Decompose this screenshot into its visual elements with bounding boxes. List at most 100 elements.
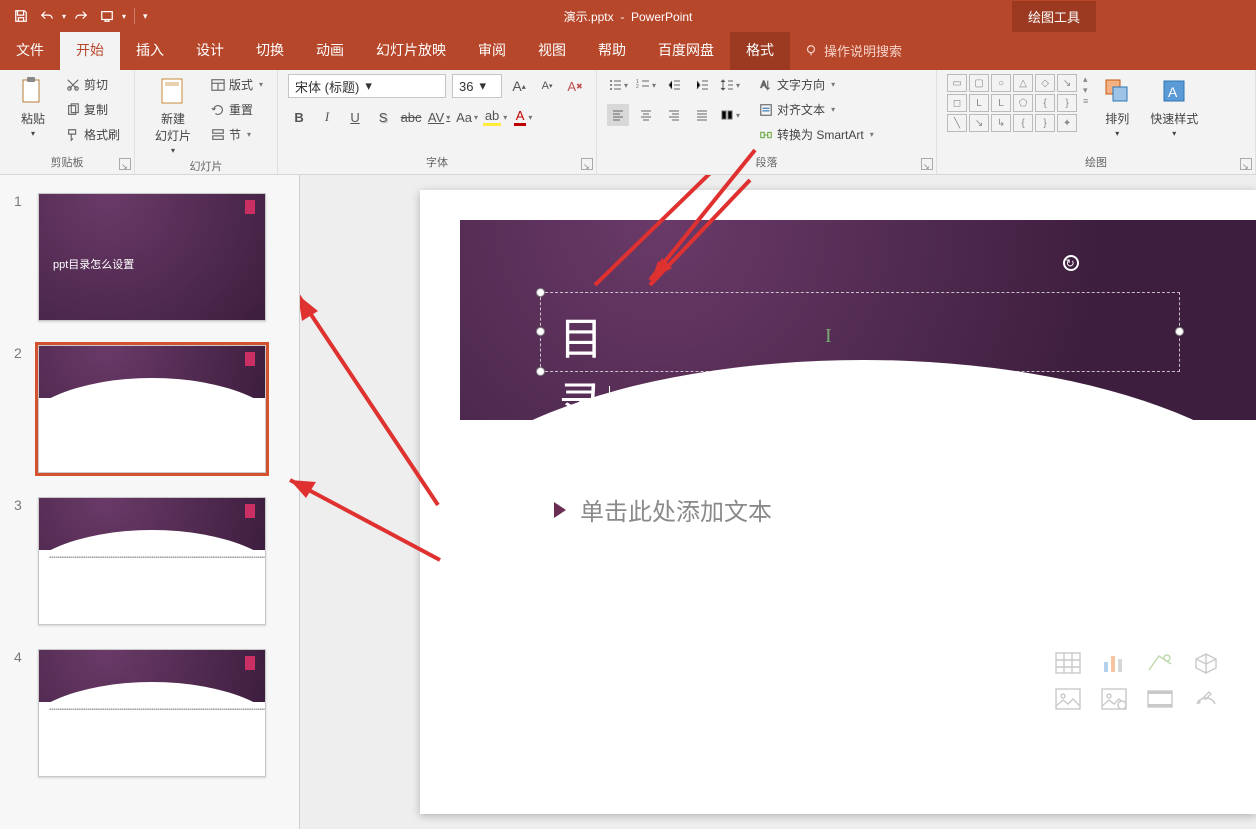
slide-thumbnails-panel: 1 ppt目录怎么设置 2 3 ▪▪▪▪▪▪▪▪▪▪▪▪▪▪▪▪▪▪▪▪▪▪▪▪… <box>0 175 300 829</box>
highlight-color-button[interactable]: ab <box>484 106 506 128</box>
tell-me-search[interactable]: 操作说明搜索 <box>790 31 916 70</box>
reset-button[interactable]: 重置 <box>207 99 267 120</box>
tab-baidu[interactable]: 百度网盘 <box>642 30 730 70</box>
new-slide-button[interactable]: 新建 幻灯片▾ <box>145 74 201 155</box>
tab-review[interactable]: 审阅 <box>462 30 522 70</box>
justify-icon[interactable] <box>691 104 713 126</box>
insert-chart-icon[interactable] <box>1098 650 1130 676</box>
tab-home[interactable]: 开始 <box>60 30 120 70</box>
align-text-button[interactable]: 对齐文本 <box>755 99 878 120</box>
resize-handle-icon[interactable] <box>536 327 545 336</box>
thumb-number: 3 <box>14 497 26 625</box>
slide-marker-icon <box>245 504 255 518</box>
copy-button[interactable]: 复制 <box>62 99 124 120</box>
contextual-tab-label: 绘图工具 <box>1012 1 1096 32</box>
font-launcher-icon[interactable] <box>581 158 593 170</box>
tab-slideshow[interactable]: 幻灯片放映 <box>360 30 462 70</box>
group-label-drawing: 绘图 <box>947 151 1245 174</box>
format-painter-button[interactable]: 格式刷 <box>62 124 124 145</box>
group-label-font: 字体 <box>288 151 586 174</box>
bullet-icon <box>554 502 566 518</box>
insert-video-icon[interactable] <box>1144 686 1176 712</box>
decrease-indent-icon[interactable] <box>663 74 685 96</box>
text-direction-button[interactable]: A文字方向 <box>755 74 878 95</box>
insert-picture-icon[interactable] <box>1052 686 1084 712</box>
grow-font-icon[interactable]: A▴ <box>508 75 530 97</box>
strikethrough-button[interactable]: abc <box>400 106 422 128</box>
group-slides: 新建 幻灯片▾ 版式 重置 节 幻灯片 <box>135 70 278 174</box>
resize-handle-icon[interactable] <box>536 288 545 297</box>
underline-button[interactable]: U <box>344 106 366 128</box>
bullets-button[interactable] <box>607 74 629 96</box>
text-shadow-button[interactable]: S <box>372 106 394 128</box>
drawing-launcher-icon[interactable] <box>1240 158 1252 170</box>
convert-smartart-button[interactable]: 转换为 SmartArt <box>755 124 878 145</box>
insert-table-icon[interactable] <box>1052 650 1084 676</box>
section-button[interactable]: 节 <box>207 124 267 145</box>
change-case-button[interactable]: Aa <box>456 106 478 128</box>
shrink-font-icon[interactable]: A▾ <box>536 75 558 97</box>
save-icon[interactable] <box>10 5 32 27</box>
content-placeholder[interactable]: 单击此处添加文本 <box>554 492 1194 527</box>
layout-button[interactable]: 版式 <box>207 74 267 95</box>
paste-button[interactable]: 粘贴▾ <box>10 74 56 138</box>
quick-styles-button[interactable]: A 快速样式▾ <box>1146 74 1202 138</box>
tab-insert[interactable]: 插入 <box>120 30 180 70</box>
clipboard-launcher-icon[interactable] <box>119 158 131 170</box>
line-spacing-icon[interactable] <box>719 74 741 96</box>
tab-design[interactable]: 设计 <box>180 30 240 70</box>
arrange-button[interactable]: 排列▾ <box>1094 74 1140 138</box>
insert-smartart-icon[interactable] <box>1144 650 1176 676</box>
placeholder-text: 单击此处添加文本 <box>580 492 772 527</box>
tab-animations[interactable]: 动画 <box>300 30 360 70</box>
thumbnail-slide-2[interactable] <box>38 345 266 473</box>
tab-view[interactable]: 视图 <box>522 30 582 70</box>
tab-format[interactable]: 格式 <box>730 30 790 70</box>
group-font: 宋体 (标题)▾ 36▾ A▴ A▾ A✖ B I U S abc AV Aa … <box>278 70 597 174</box>
tab-transitions[interactable]: 切换 <box>240 30 300 70</box>
align-right-icon[interactable] <box>663 104 685 126</box>
svg-text:A: A <box>1168 84 1178 100</box>
font-name-combo[interactable]: 宋体 (标题)▾ <box>288 74 446 98</box>
thumbnail-slide-3[interactable]: ▪▪▪▪▪▪▪▪▪▪▪▪▪▪▪▪▪▪▪▪▪▪▪▪▪▪▪▪▪▪▪▪▪▪▪▪▪▪▪▪… <box>38 497 266 625</box>
slide-canvas[interactable]: 目录 I 单击此处添加文本 <box>300 175 1256 829</box>
title-textbox-selection[interactable]: 目录 <box>540 292 1180 372</box>
thumbnail-slide-4[interactable]: ▪▪▪▪▪▪▪▪▪▪▪▪▪▪▪▪▪▪▪▪▪▪▪▪▪▪▪▪▪▪▪▪▪▪▪▪▪▪▪▪… <box>38 649 266 777</box>
columns-icon[interactable] <box>719 104 741 126</box>
qat-customize-icon[interactable]: ▾ <box>143 11 148 22</box>
char-spacing-button[interactable]: AV <box>428 106 450 128</box>
clear-formatting-icon[interactable]: A✖ <box>564 75 586 97</box>
tab-help[interactable]: 帮助 <box>582 30 642 70</box>
insert-3d-icon[interactable] <box>1190 650 1222 676</box>
align-left-icon[interactable] <box>607 104 629 126</box>
paragraph-launcher-icon[interactable] <box>921 158 933 170</box>
numbering-button[interactable]: 12 <box>635 74 657 96</box>
font-size-combo[interactable]: 36▾ <box>452 74 502 98</box>
redo-icon[interactable] <box>70 5 92 27</box>
resize-handle-icon[interactable] <box>1175 327 1184 336</box>
tab-file[interactable]: 文件 <box>0 30 60 70</box>
ribbon-tabs: 文件 开始 插入 设计 切换 动画 幻灯片放映 审阅 视图 帮助 百度网盘 格式… <box>0 32 1256 70</box>
thumbnail-slide-1[interactable]: ppt目录怎么设置 <box>38 193 266 321</box>
shapes-gallery[interactable]: ▭▢○△◇↘ ◻LL⬠{} ╲↘↳{}✦ <box>947 74 1077 132</box>
increase-indent-icon[interactable] <box>691 74 713 96</box>
slide[interactable]: 目录 I 单击此处添加文本 <box>420 190 1256 814</box>
thumb-body-preview: ▪▪▪▪▪▪▪▪▪▪▪▪▪▪▪▪▪▪▪▪▪▪▪▪▪▪▪▪▪▪▪▪▪▪▪▪▪▪▪▪… <box>49 706 255 714</box>
slideshow-icon[interactable] <box>96 5 118 27</box>
title-text[interactable]: 目录 <box>559 303 666 431</box>
bold-button[interactable]: B <box>288 106 310 128</box>
undo-icon[interactable] <box>36 5 58 27</box>
italic-button[interactable]: I <box>316 106 338 128</box>
align-center-icon[interactable] <box>635 104 657 126</box>
cut-button[interactable]: 剪切 <box>62 74 124 95</box>
group-label-slides: 幻灯片 <box>145 155 267 178</box>
insert-online-picture-icon[interactable] <box>1098 686 1130 712</box>
rotate-handle-icon[interactable] <box>1063 255 1079 271</box>
thumb-number: 2 <box>14 345 26 473</box>
insert-icon-icon[interactable] <box>1190 686 1222 712</box>
thumb-body-preview: ▪▪▪▪▪▪▪▪▪▪▪▪▪▪▪▪▪▪▪▪▪▪▪▪▪▪▪▪▪▪▪▪▪▪▪▪▪▪▪▪… <box>49 554 255 562</box>
shapes-more-icon[interactable]: ▴▾≡ <box>1083 74 1088 106</box>
resize-handle-icon[interactable] <box>536 367 545 376</box>
quick-access-toolbar: ▾ ▾ ▾ <box>0 5 148 27</box>
font-color-button[interactable]: A <box>512 106 534 128</box>
